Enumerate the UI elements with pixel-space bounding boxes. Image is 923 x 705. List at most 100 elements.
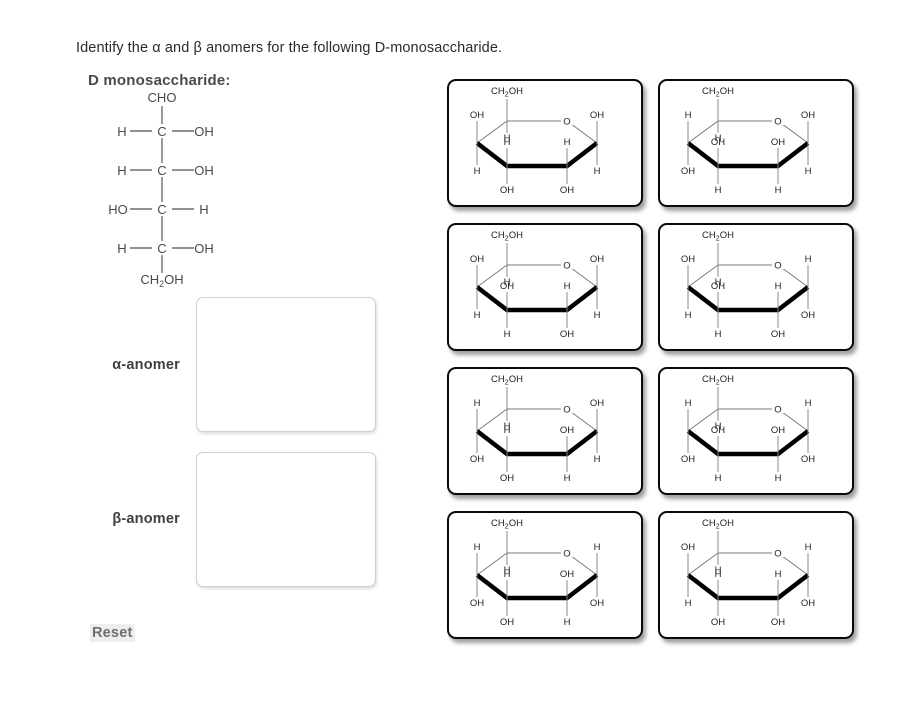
haworth-card-1[interactable]: O CH2OH H OH H H OH H OH OH H: [447, 79, 643, 207]
ring-oxygen-label: O: [774, 261, 781, 272]
ring-oxygen-label: O: [563, 405, 570, 416]
fischer-carbon-4: C: [157, 241, 166, 256]
c2-up-label: H: [564, 137, 571, 148]
c1-down-label: OH: [590, 598, 604, 609]
haworth-structure-3: OCH2OHHOHHOHHHOHOHH: [470, 230, 604, 340]
c3-down-label: H: [715, 329, 722, 340]
c3-up-label: OH: [711, 137, 725, 148]
haworth-card-3[interactable]: O CH2OH H OH H OH H H OH OH H: [447, 223, 643, 351]
c3-up-label: OH: [711, 425, 725, 436]
c1-down-label: H: [594, 310, 601, 321]
fischer-row-3-right: H: [199, 202, 208, 217]
c4-down-label: OH: [470, 598, 484, 609]
c3-up-label: OH: [500, 281, 514, 292]
c1-up-label: H: [805, 542, 812, 553]
c4-down-label: H: [685, 310, 692, 321]
ch2oh-label: CH2OH: [702, 374, 734, 387]
c1-up-label: OH: [590, 398, 604, 409]
ch2oh-label: CH2OH: [702, 230, 734, 243]
c3-up-label: H: [504, 137, 511, 148]
c4-up-label: OH: [681, 542, 695, 553]
reset-button[interactable]: Reset: [90, 624, 135, 642]
fischer-row-1-left: H: [117, 124, 126, 139]
c3-down-label: OH: [711, 617, 725, 628]
c2-up-label: H: [564, 281, 571, 292]
c3-down-label: OH: [500, 185, 514, 196]
c2-down-label: OH: [560, 185, 574, 196]
c2-up-label: OH: [771, 137, 785, 148]
ring-front-bonds: [686, 429, 810, 457]
fischer-heading: D monosaccharide:: [88, 72, 231, 89]
c3-down-label: H: [715, 185, 722, 196]
c2-down-label: OH: [560, 329, 574, 340]
c3-up-label: H: [504, 569, 511, 580]
c1-up-label: OH: [801, 110, 815, 121]
beta-anomer-dropzone[interactable]: [196, 452, 376, 587]
c1-up-label: OH: [590, 254, 604, 265]
fischer-row-4-left: H: [117, 241, 126, 256]
c2-down-label: H: [564, 473, 571, 484]
haworth-card-8[interactable]: O CH2OH H OH H H OH H OH H OH: [658, 511, 854, 639]
haworth-card-6[interactable]: O CH2OH H H OH OH H OH H H OH: [658, 367, 854, 495]
haworth-structure-5: OCH2OHHHOHHOHOHHOHH: [470, 374, 604, 484]
c1-up-label: H: [594, 542, 601, 553]
c4-up-label: H: [685, 110, 692, 121]
c4-up-label: OH: [681, 254, 695, 265]
ch2oh-label: CH2OH: [702, 518, 734, 531]
ring-front-bonds: [686, 573, 810, 601]
c1-down-label: OH: [801, 598, 815, 609]
c2-down-label: H: [564, 617, 571, 628]
haworth-structure-2: OCH2OHHHOHOHHOHHOHH: [681, 86, 815, 196]
c1-down-label: OH: [801, 310, 815, 321]
ring-oxygen-label: O: [563, 549, 570, 560]
fischer-carbon-2: C: [157, 163, 166, 178]
ring-oxygen-label: O: [563, 117, 570, 128]
haworth-card-5[interactable]: O CH2OH H H OH H OH OH H OH H: [447, 367, 643, 495]
fischer-row-1-right: OH: [194, 124, 214, 139]
fischer-row-3-left: HO: [108, 202, 128, 217]
question-prompt: Identify the α and β anomers for the fol…: [76, 40, 503, 56]
ring-oxygen-label: O: [563, 261, 570, 272]
fischer-top-label: CHO: [148, 90, 177, 105]
answer-bank: O CH2OH H OH H H OH H OH OH H O CH2OH H H OH OH H OH H OH H …: [447, 79, 867, 647]
ring-front-bonds: [475, 573, 599, 601]
fischer-projection-figure: CHO C C C C H OH H OH HO H H OH CH2OH: [108, 90, 214, 288]
haworth-card-2[interactable]: O CH2OH H H OH OH H OH H OH H: [658, 79, 854, 207]
c3-down-label: H: [715, 473, 722, 484]
ring-front-bonds: [686, 141, 810, 169]
c2-down-label: OH: [771, 617, 785, 628]
fischer-carbon-1: C: [157, 124, 166, 139]
haworth-card-7[interactable]: O CH2OH H H OH H OH OH H H OH: [447, 511, 643, 639]
c4-up-label: OH: [470, 254, 484, 265]
c4-up-label: H: [474, 398, 481, 409]
c4-up-label: H: [685, 398, 692, 409]
c3-up-label: H: [504, 425, 511, 436]
ring-oxygen-label: O: [774, 549, 781, 560]
ch2oh-label: CH2OH: [491, 230, 523, 243]
ring-front-bonds: [475, 429, 599, 457]
c1-down-label: H: [594, 166, 601, 177]
haworth-card-4[interactable]: O CH2OH H OH H OH H H OH H OH: [658, 223, 854, 351]
fischer-row-2-right: OH: [194, 163, 214, 178]
fischer-bottom-label: CH2OH: [140, 272, 183, 288]
c1-up-label: H: [805, 398, 812, 409]
ch2oh-label: CH2OH: [491, 86, 523, 99]
haworth-structure-8: OCH2OHHOHHHOHHOHHOH: [681, 518, 815, 628]
fischer-row-2-left: H: [117, 163, 126, 178]
c4-down-label: OH: [470, 454, 484, 465]
c4-down-label: OH: [681, 454, 695, 465]
alpha-anomer-label: α-anomer: [112, 357, 180, 373]
c2-up-label: OH: [771, 425, 785, 436]
ring-front-bonds: [475, 285, 599, 313]
alpha-anomer-dropzone[interactable]: [196, 297, 376, 432]
c3-down-label: OH: [500, 617, 514, 628]
c4-down-label: H: [685, 598, 692, 609]
c3-up-label: OH: [711, 281, 725, 292]
c4-down-label: H: [474, 166, 481, 177]
ch2oh-label: CH2OH: [491, 374, 523, 387]
c1-up-label: OH: [590, 110, 604, 121]
c2-up-label: H: [775, 281, 782, 292]
haworth-structure-7: OCH2OHHHOHHOHOHHHOH: [470, 518, 604, 628]
c2-up-label: H: [775, 569, 782, 580]
ring-oxygen-label: O: [774, 117, 781, 128]
